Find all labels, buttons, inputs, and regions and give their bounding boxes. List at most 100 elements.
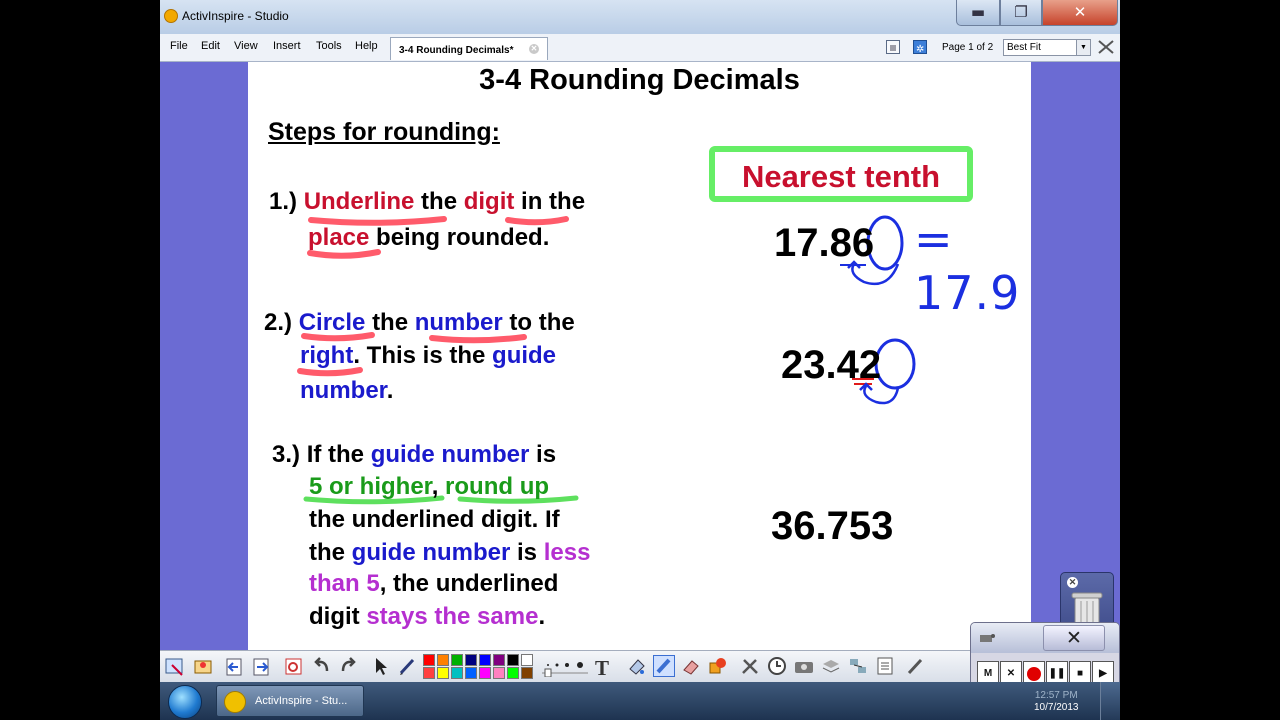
recorder-icon	[980, 634, 995, 642]
system-clock[interactable]: 12:57 PM 10/7/2013	[1034, 690, 1079, 714]
color-swatch[interactable]	[423, 654, 435, 666]
close-button[interactable]: ✕	[1042, 0, 1118, 26]
activinspire-icon	[224, 691, 246, 713]
color-swatch[interactable]	[521, 667, 533, 679]
menu-insert[interactable]: Insert	[273, 40, 301, 52]
annotate-icon[interactable]	[905, 655, 927, 677]
window-title: ActivInspire - Studio	[182, 9, 289, 23]
toolbox-icon[interactable]	[192, 655, 214, 677]
word-number-2: number	[300, 377, 387, 404]
nearest-tenth-box: Nearest tenth	[709, 146, 973, 202]
color-swatch[interactable]	[465, 667, 477, 679]
menu-help[interactable]: Help	[355, 40, 378, 52]
color-swatch[interactable]	[465, 654, 477, 666]
step1-line2: place being rounded.	[308, 224, 549, 252]
color-swatch[interactable]	[437, 654, 449, 666]
page-sorter-icon[interactable]	[886, 40, 900, 54]
word-right: right	[300, 342, 354, 369]
pen-width-slider[interactable]	[540, 655, 590, 678]
word-digit-2: digit	[309, 603, 360, 630]
step3-line1: 3.) If the guide number is	[272, 441, 556, 469]
word-stays-the-same: stays the same	[366, 603, 539, 630]
step3-line6: digit stays the same.	[309, 603, 545, 631]
color-swatch[interactable]	[451, 654, 463, 666]
color-swatch[interactable]	[451, 667, 463, 679]
color-swatch[interactable]	[521, 654, 533, 666]
color-swatch[interactable]	[437, 667, 449, 679]
layers-icon[interactable]	[820, 655, 842, 677]
browsers-icon[interactable]	[164, 655, 186, 677]
period: .	[386, 377, 394, 404]
start-button[interactable]	[168, 685, 202, 719]
undo-icon[interactable]	[310, 655, 332, 677]
eraser-icon[interactable]	[680, 655, 702, 677]
dual-user-icon[interactable]: ✲	[913, 40, 927, 55]
color-swatch[interactable]	[423, 667, 435, 679]
step2-line2: right. This is the guide	[300, 342, 556, 370]
word-5-or-higher: 5 or higher	[309, 473, 432, 500]
title-bar: ActivInspire - Studio ▬ ❐ ✕	[160, 0, 1120, 35]
example-36-753: 36.753	[771, 504, 894, 548]
zoom-select[interactable]: Best Fit ▼	[1003, 39, 1091, 56]
step1-number: 1.)	[269, 188, 298, 215]
minimize-button[interactable]: ▬	[956, 0, 1000, 26]
red-underline-right	[297, 367, 363, 377]
redo-icon[interactable]	[338, 655, 360, 677]
camera-icon[interactable]	[793, 655, 815, 677]
color-swatch[interactable]	[507, 654, 519, 666]
color-swatch[interactable]	[493, 667, 505, 679]
chevron-down-icon[interactable]: ▼	[1076, 40, 1090, 55]
page-title: 3-4 Rounding Decimals	[479, 64, 800, 96]
connectors-icon[interactable]	[847, 655, 869, 677]
recorder-close-button[interactable]: ✕	[1043, 625, 1105, 651]
app-icon	[164, 9, 178, 23]
select-icon[interactable]	[370, 655, 392, 677]
word-this-is-the: . This is the	[353, 342, 486, 369]
maximize-button[interactable]: ❐	[1000, 0, 1042, 26]
color-swatch[interactable]	[479, 667, 491, 679]
word-circle: Circle	[298, 309, 366, 336]
text-tool[interactable]: T	[595, 656, 609, 681]
color-swatch[interactable]	[493, 654, 505, 666]
nearest-tenth-label: Nearest tenth	[741, 159, 941, 194]
pen-icon[interactable]	[397, 655, 419, 677]
show-desktop-button[interactable]	[1100, 682, 1120, 720]
flipchart-page[interactable]: 3-4 Rounding Decimals Steps for rounding…	[248, 62, 1031, 650]
menu-edit[interactable]: Edit	[201, 40, 220, 52]
word-digit: digit	[463, 188, 515, 215]
reset-page-icon[interactable]	[283, 655, 305, 677]
next-page-icon[interactable]	[251, 655, 273, 677]
word-being-rounded: being rounded.	[376, 224, 550, 251]
menu-file[interactable]: File	[170, 40, 188, 52]
tab-close-icon[interactable]: ✕	[529, 44, 539, 54]
tools-icon[interactable]	[739, 655, 761, 677]
shapes-icon[interactable]	[707, 655, 729, 677]
fill-icon[interactable]	[626, 655, 648, 677]
notes-icon[interactable]	[874, 655, 896, 677]
period-2: .	[538, 603, 546, 630]
word-guide-number: guide number	[370, 441, 530, 468]
tab-flipchart[interactable]: 3-4 Rounding Decimals* ✕	[390, 37, 548, 60]
red-underline-underline	[308, 216, 447, 226]
steps-heading: Steps for rounding:	[268, 118, 500, 146]
menu-view[interactable]: View	[234, 40, 258, 52]
color-swatch[interactable]	[507, 667, 519, 679]
menu-tools[interactable]: Tools	[316, 40, 342, 52]
windows-taskbar: ActivInspire - Stu... 12:57 PM 10/7/2013	[160, 682, 1120, 720]
fullscreen-icon[interactable]	[1097, 39, 1115, 58]
comma: ,	[431, 473, 439, 500]
word-place: place	[308, 224, 370, 251]
taskbar-app-button[interactable]: ActivInspire - Stu...	[216, 685, 364, 717]
word-round-up: round up	[445, 473, 550, 500]
circle-guide-2	[874, 338, 916, 390]
color-swatch[interactable]	[479, 654, 491, 666]
clock-icon[interactable]	[766, 655, 788, 677]
word-the-underlined: , the underlined	[379, 570, 559, 597]
page-indicator: Page 1 of 2	[942, 42, 994, 53]
word-the: the	[421, 188, 458, 215]
trash-close-icon[interactable]: ✕	[1067, 577, 1078, 588]
previous-page-icon[interactable]	[224, 655, 246, 677]
svg-text:✲: ✲	[916, 44, 924, 54]
highlighter-icon[interactable]	[653, 655, 675, 677]
word-number: number	[414, 309, 503, 336]
